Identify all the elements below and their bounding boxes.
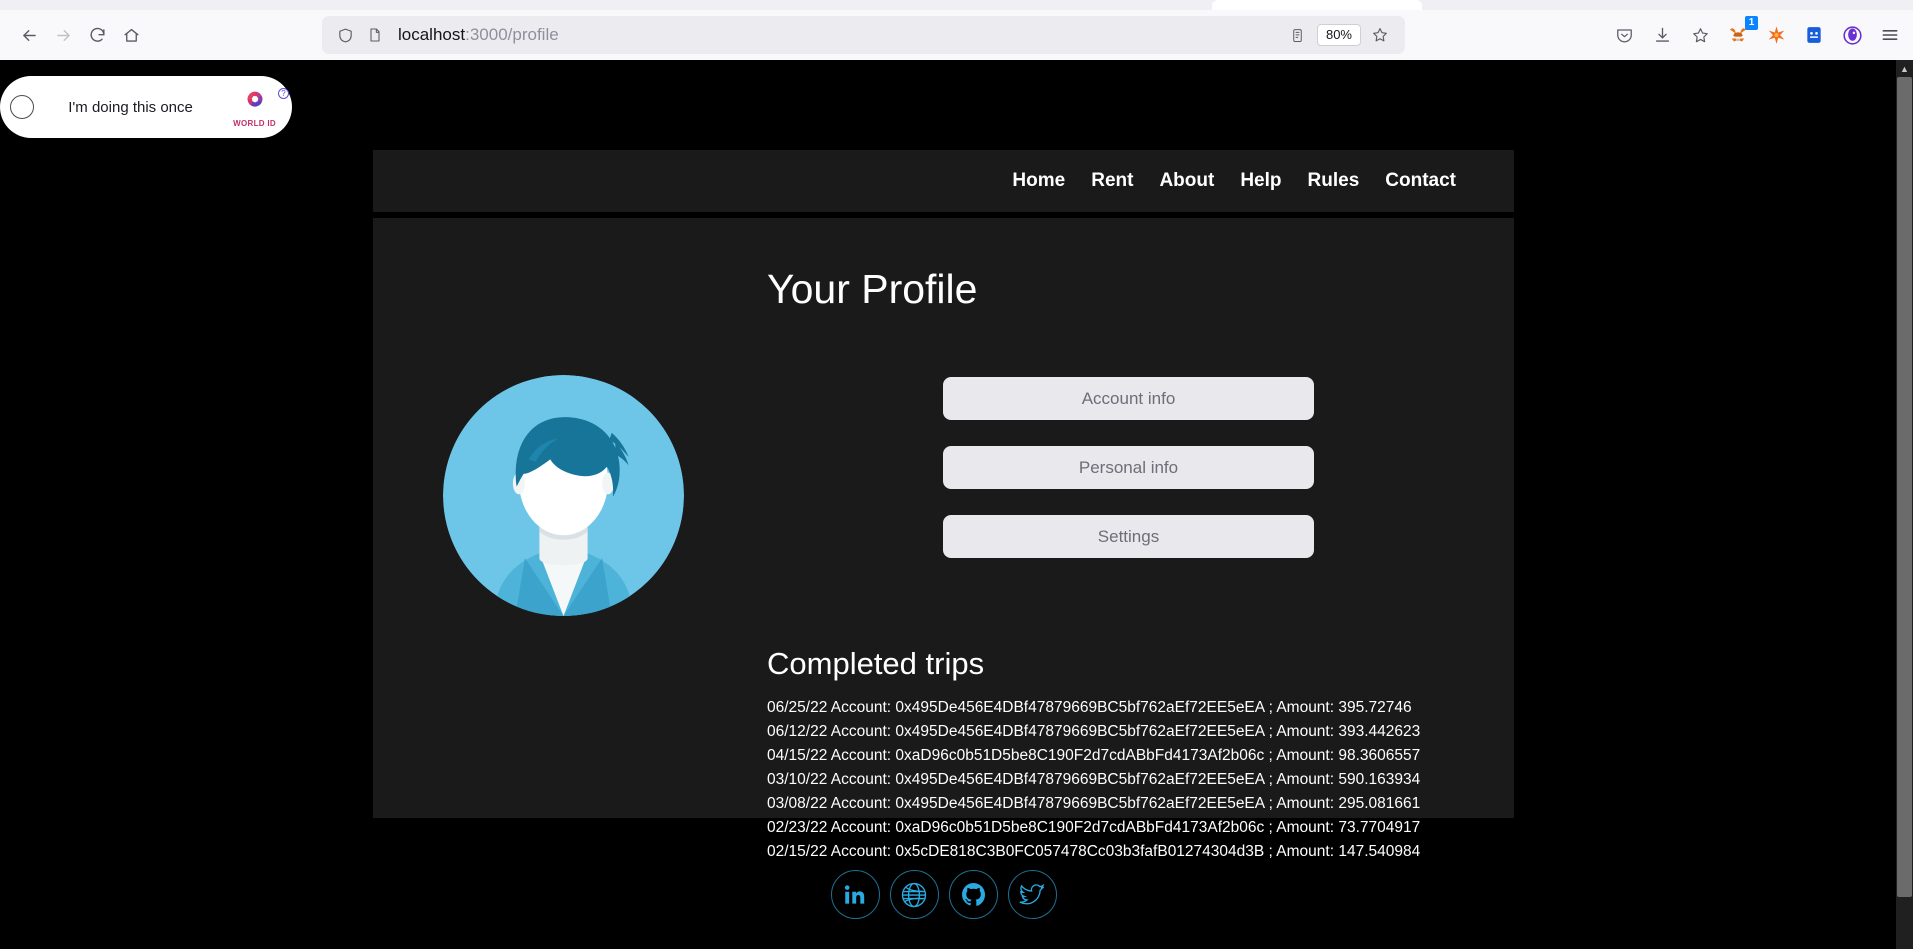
trip-row: 03/10/22 Account: 0x495De456E4DBf4787966… <box>767 771 1421 788</box>
page-info-icon[interactable] <box>360 20 390 50</box>
hamburger-menu-icon[interactable] <box>1873 18 1907 52</box>
settings-button[interactable]: Settings <box>943 515 1314 558</box>
nav-item-rent[interactable]: Rent <box>1091 170 1133 192</box>
sparkle-extension-icon[interactable] <box>1759 18 1793 52</box>
url-bar[interactable]: localhost:3000/profile 80% <box>322 16 1405 54</box>
avatar-illustration <box>443 375 684 616</box>
trip-row: 03/08/22 Account: 0x495De456E4DBf4787966… <box>767 795 1421 812</box>
scroll-up-arrow[interactable]: ▲ <box>1896 60 1913 77</box>
browser-chrome: localhost:3000/profile 80% 1 <box>0 0 1913 60</box>
back-button[interactable] <box>12 18 46 52</box>
completed-trips-title: Completed trips <box>767 646 985 681</box>
account-info-button[interactable]: Account info <box>943 377 1314 420</box>
globe-icon[interactable] <box>889 870 939 919</box>
url-text[interactable]: localhost:3000/profile <box>398 25 1281 45</box>
tab-strip <box>0 0 1913 10</box>
completed-trips-list: 06/25/22 Account: 0x495De456E4DBf4787966… <box>767 696 1467 864</box>
worldid-brand: WORLD ID ? <box>233 87 289 128</box>
nav-item-help[interactable]: Help <box>1240 170 1281 192</box>
profile-actions: Account info Personal info Settings <box>943 377 1314 584</box>
help-icon[interactable]: ? <box>278 87 289 99</box>
site-footer: Copyright © Car Sharing Service Team 202… <box>373 870 1514 949</box>
worldid-orb-icon <box>241 87 269 118</box>
toolbar-extensions: 1 <box>1607 10 1907 60</box>
shield-icon[interactable] <box>330 20 360 50</box>
active-tab[interactable] <box>1212 0 1422 10</box>
metamask-extension-icon[interactable]: 1 <box>1721 16 1758 52</box>
twitter-icon[interactable] <box>1007 870 1057 919</box>
trip-row: 02/23/22 Account: 0xaD96c0b51D5be8C190F2… <box>767 819 1421 836</box>
home-button[interactable] <box>114 18 148 52</box>
extension-badge-count: 1 <box>1745 16 1758 30</box>
pocket-icon[interactable] <box>1607 18 1641 52</box>
bookmark-star-icon[interactable] <box>1363 18 1397 52</box>
forward-button[interactable] <box>46 18 80 52</box>
url-host: localhost <box>398 25 466 44</box>
bitwarden-extension-icon[interactable] <box>1797 18 1831 52</box>
urlbar-actions: 80% <box>1281 18 1397 52</box>
site-container: Home Rent About Help Rules Contact Your … <box>373 150 1514 860</box>
trip-row: 04/15/22 Account: 0xaD96c0b51D5be8C190F2… <box>767 747 1421 764</box>
download-icon[interactable] <box>1645 18 1679 52</box>
trip-row: 02/15/22 Account: 0x5cDE818C3B0FC057478C… <box>767 843 1421 860</box>
page-title: Your Profile <box>767 266 978 312</box>
github-icon[interactable] <box>948 870 998 919</box>
nav-item-rules[interactable]: Rules <box>1308 170 1360 192</box>
page-viewport: I'm doing this once WORLD ID ? Home Rent… <box>0 60 1896 949</box>
trip-row: 06/12/22 Account: 0x495De456E4DBf4787966… <box>767 723 1421 740</box>
social-links <box>373 870 1514 919</box>
avatar <box>443 375 684 616</box>
nav-item-home[interactable]: Home <box>1012 170 1065 192</box>
worldid-widget[interactable]: I'm doing this once WORLD ID ? <box>0 76 292 138</box>
personal-info-button[interactable]: Personal info <box>943 446 1314 489</box>
account-icon[interactable] <box>1835 18 1869 52</box>
trip-row: 06/25/22 Account: 0x495De456E4DBf4787966… <box>767 699 1412 716</box>
profile-panel: Your Profile Account info Personal info … <box>373 218 1514 860</box>
scrollbar-thumb[interactable] <box>1897 77 1912 897</box>
bookmarks-icon[interactable] <box>1683 18 1717 52</box>
site-navbar: Home Rent About Help Rules Contact <box>373 150 1514 212</box>
url-path: :3000/profile <box>465 25 559 44</box>
worldid-label: I'm doing this once <box>68 98 193 116</box>
zoom-level-indicator[interactable]: 80% <box>1316 24 1361 46</box>
worldid-toggle-circle[interactable] <box>10 95 34 119</box>
reload-button[interactable] <box>80 18 114 52</box>
nav-item-contact[interactable]: Contact <box>1385 170 1456 192</box>
worldid-brand-name: WORLD ID <box>233 118 276 128</box>
linkedin-icon[interactable] <box>830 870 880 919</box>
reader-view-icon[interactable] <box>1281 18 1315 52</box>
page-scrollbar[interactable]: ▲ <box>1896 60 1913 949</box>
nav-item-about[interactable]: About <box>1159 170 1214 192</box>
